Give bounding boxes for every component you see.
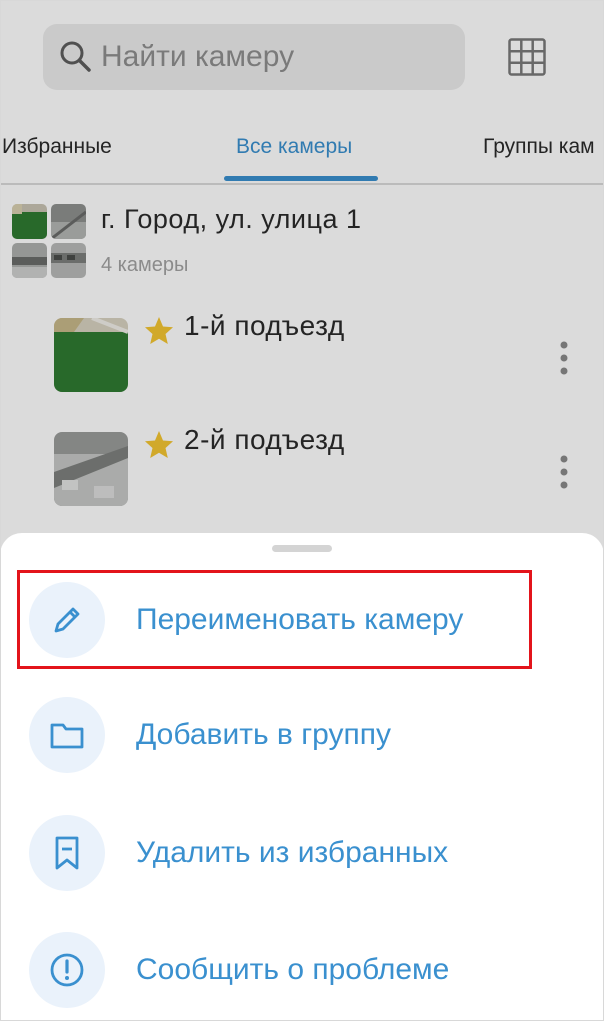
- alert-icon: [50, 953, 84, 987]
- camera-list-screen: Найти камеру Избранные Все камеры Группы…: [0, 0, 604, 1021]
- alert-icon-circle: [29, 932, 105, 1008]
- report-problem-label: Сообщить о проблеме: [136, 953, 450, 986]
- bookmark-icon-circle: [29, 815, 105, 891]
- remove-from-favorites-label: Удалить из избранных: [136, 836, 449, 869]
- sheet-drag-handle[interactable]: [272, 545, 332, 552]
- add-to-group-item[interactable]: Добавить в группу: [0, 697, 604, 777]
- camera-actions-sheet: Переименовать камеру Добавить в группу У…: [0, 533, 604, 1021]
- report-problem-item[interactable]: Сообщить о проблеме: [0, 932, 604, 1012]
- add-to-group-label: Добавить в группу: [136, 718, 391, 751]
- folder-icon-circle: [29, 697, 105, 773]
- remove-from-favorites-item[interactable]: Удалить из избранных: [0, 815, 604, 895]
- folder-icon: [50, 723, 84, 749]
- highlight-box: [17, 570, 532, 669]
- bookmark-icon: [55, 836, 79, 870]
